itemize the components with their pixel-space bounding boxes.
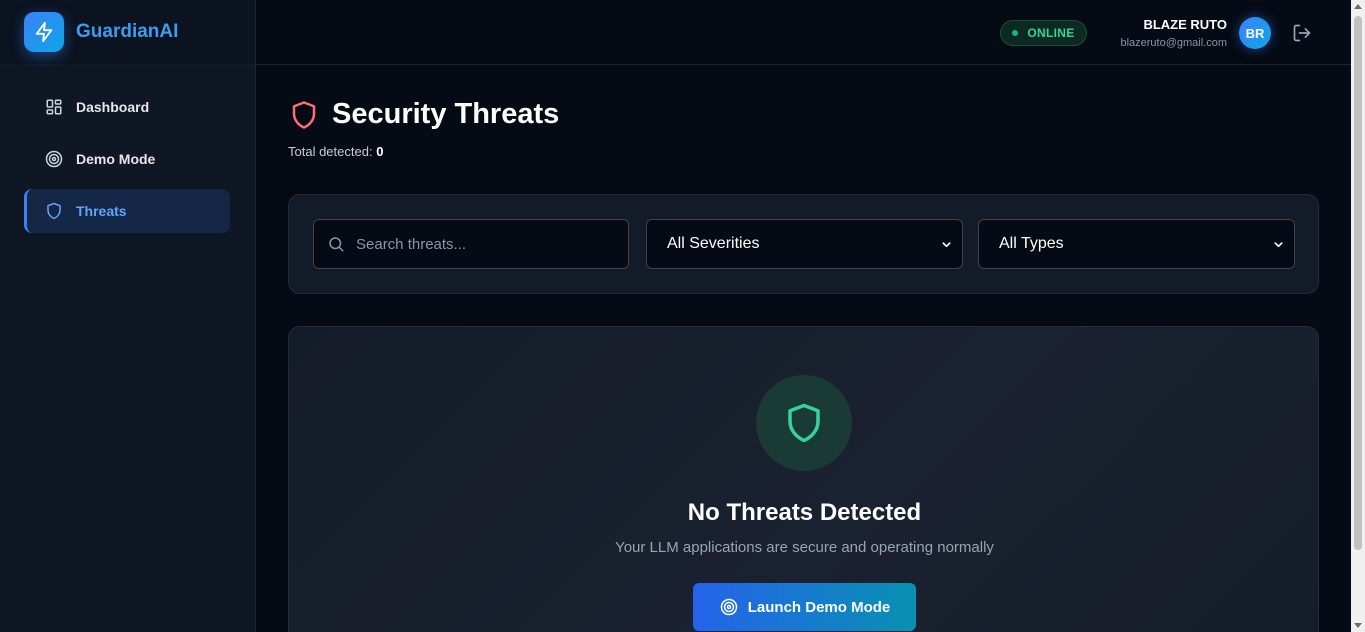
empty-state-card: No Threats Detected Your LLM application… [288, 326, 1319, 632]
logout-icon[interactable] [1291, 22, 1313, 44]
lightning-bolt-icon [24, 12, 64, 52]
chevron-down-icon [1272, 238, 1284, 250]
type-select[interactable]: All Types [978, 219, 1295, 269]
shield-icon [288, 99, 320, 131]
page-header: Security Threats [288, 98, 559, 131]
sidebar-item-label: Demo Mode [76, 151, 156, 167]
total-value: 0 [376, 144, 384, 159]
dashboard-grid-icon [44, 97, 64, 117]
search-box[interactable] [313, 219, 629, 269]
sidebar-item-dashboard[interactable]: Dashboard [24, 85, 230, 129]
scrollbar-thumb[interactable] [1354, 16, 1362, 550]
launch-demo-label: Launch Demo Mode [747, 598, 891, 616]
sidebar: GuardianAI Dashboard Demo Mode Threats [0, 0, 256, 632]
launch-demo-button[interactable]: Launch Demo Mode [693, 583, 916, 631]
sidebar-nav: Dashboard Demo Mode Threats [0, 65, 255, 233]
top-header: ONLINE BLAZE RUTO blazeruto@gmail.com BR [256, 0, 1351, 65]
target-icon [719, 597, 739, 617]
shield-icon [44, 201, 64, 221]
brand[interactable]: GuardianAI [0, 0, 255, 65]
user-email: blazeruto@gmail.com [1120, 37, 1227, 49]
status-badge: ONLINE [1000, 20, 1087, 46]
filter-bar: All Severities All Types [288, 194, 1319, 294]
page-title: Security Threats [332, 98, 560, 130]
empty-state-title: No Threats Detected [687, 499, 922, 526]
app-name: GuardianAI [76, 21, 179, 42]
search-icon [326, 234, 346, 254]
chevron-down-icon [940, 238, 952, 250]
scrollbar[interactable] [1351, 0, 1365, 632]
target-icon [44, 149, 64, 169]
severity-select[interactable]: All Severities [646, 219, 963, 269]
scroll-up-arrow-icon[interactable] [1354, 4, 1362, 9]
total-detected: Total detected: 0 [288, 144, 383, 159]
sidebar-item-demo-mode[interactable]: Demo Mode [24, 137, 230, 181]
user-name: BLAZE RUTO [1143, 17, 1227, 32]
search-input[interactable] [356, 235, 616, 253]
sidebar-item-label: Threats [76, 203, 127, 219]
status-dot-icon [1012, 30, 1019, 36]
sidebar-item-label: Dashboard [76, 99, 150, 115]
status-label: ONLINE [1027, 26, 1075, 40]
shield-check-icon [756, 375, 852, 471]
avatar[interactable]: BR [1239, 17, 1271, 49]
total-label: Total detected: [288, 144, 373, 159]
type-select-value: All Types [999, 235, 1064, 252]
severity-select-value: All Severities [667, 235, 760, 252]
sidebar-item-threats[interactable]: Threats [24, 189, 230, 233]
empty-state-subtitle: Your LLM applications are secure and ope… [615, 539, 994, 556]
scroll-down-arrow-icon[interactable] [1354, 623, 1362, 628]
